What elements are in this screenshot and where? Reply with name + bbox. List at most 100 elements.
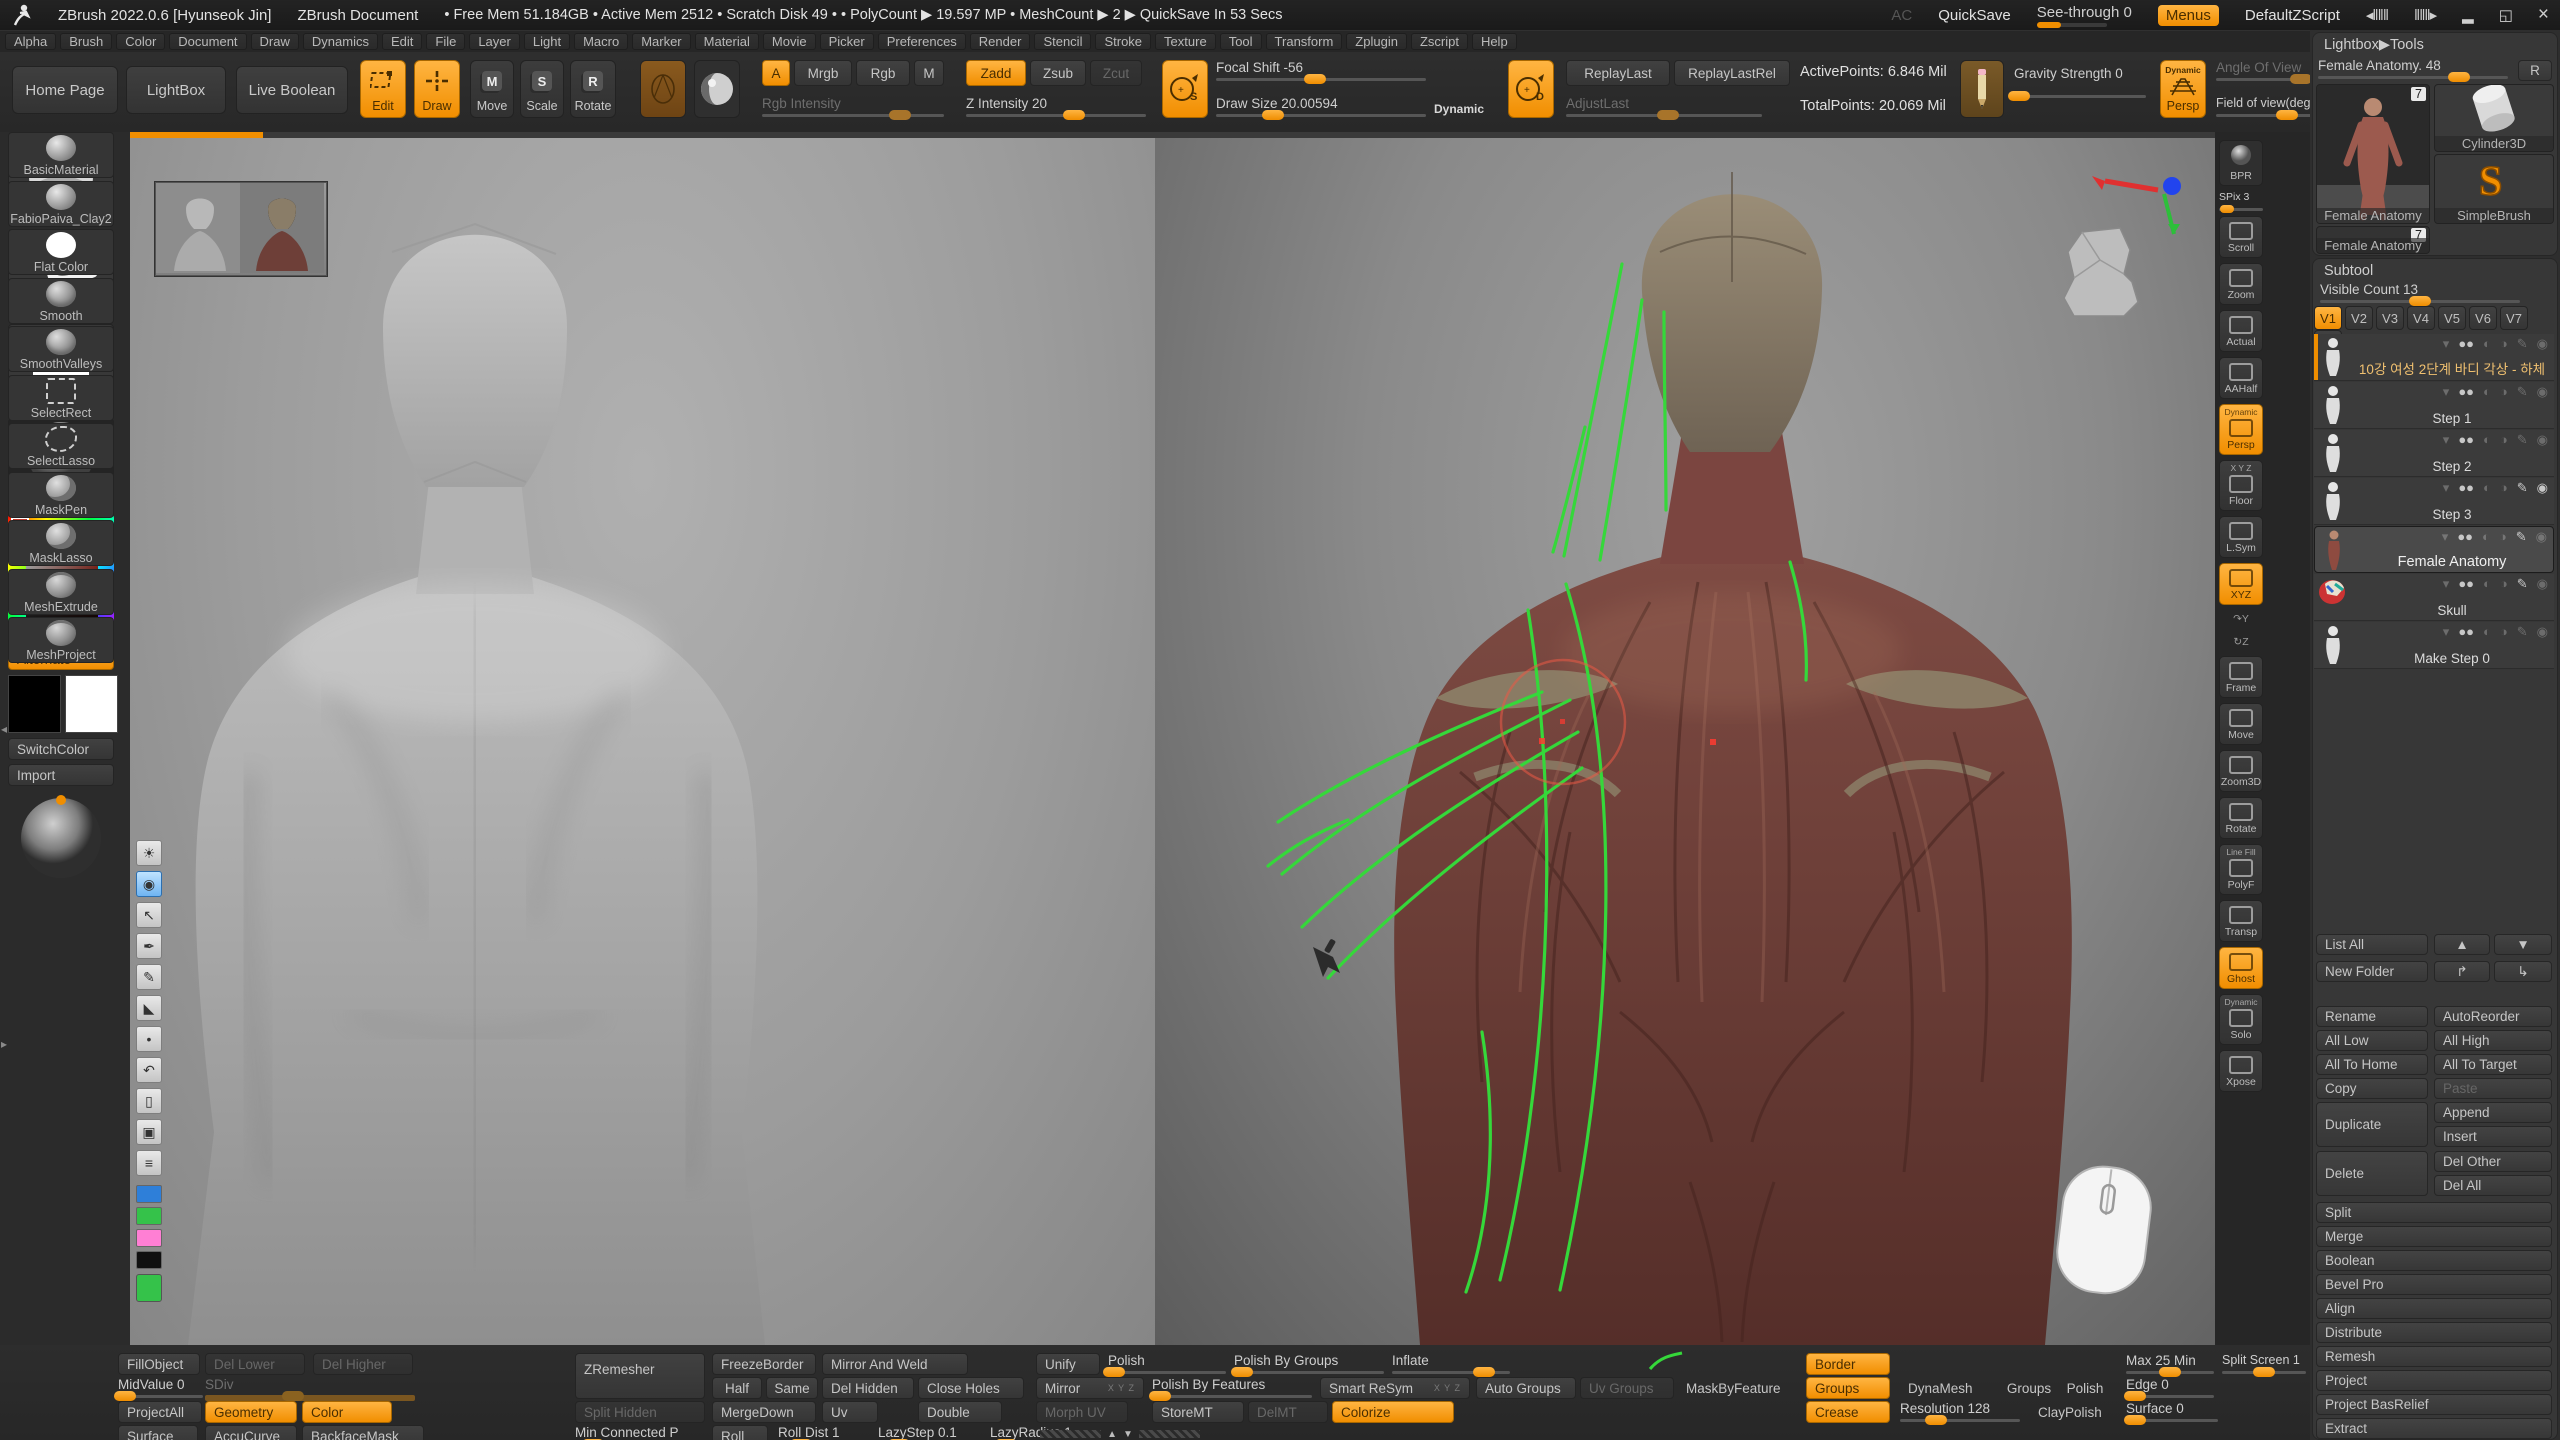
dynamesh-button[interactable]: DynaMesh [1900, 1377, 1996, 1399]
store-mt-button[interactable]: StoreMT [1152, 1401, 1244, 1423]
dynamesh-polish-button[interactable]: Polish [2058, 1377, 2112, 1399]
menu-item[interactable]: Color [116, 33, 165, 50]
menu-item[interactable]: Edit [382, 33, 422, 50]
menus-button[interactable]: Menus [2158, 5, 2219, 26]
shelf-button[interactable]: Zoom [2219, 263, 2263, 305]
subtool-icons[interactable]: ▾●●◐◑✎◉ [2443, 384, 2548, 400]
all-to-target-button[interactable]: All To Target [2434, 1054, 2552, 1075]
tool-thumb-cylinder[interactable]: Cylinder3D [2434, 84, 2554, 152]
mask-by-feature-button[interactable]: MaskByFeature [1678, 1377, 1798, 1399]
zremesher-button[interactable]: ZRemesher [575, 1353, 705, 1399]
menu-item[interactable]: Transform [1266, 33, 1343, 50]
live-boolean-button[interactable]: Live Boolean [236, 66, 348, 114]
del-lower-button[interactable]: Del Lower [205, 1353, 305, 1375]
sidebar-tile[interactable]: MaskPen [8, 472, 114, 518]
same-button[interactable]: Same [766, 1377, 818, 1399]
del-hidden-button[interactable]: Del Hidden [822, 1377, 914, 1399]
cursor-icon[interactable]: ↖ [136, 902, 162, 928]
shelf-button[interactable]: X Y Z Floor [2219, 460, 2263, 511]
subtool-action-button[interactable]: Project [2316, 1370, 2552, 1391]
del-all-button[interactable]: Del All [2434, 1175, 2552, 1196]
menu-item[interactable]: Alpha [5, 33, 56, 50]
visible-count-slider[interactable]: Visible Count 13 [2320, 282, 2520, 303]
accucurve-button[interactable]: AccuCurve [205, 1425, 297, 1440]
min-connected-slider[interactable]: Min Connected P [575, 1425, 705, 1440]
subtool-icons[interactable]: ▾●●◐◑✎◉ [2443, 576, 2548, 592]
subtool-row[interactable]: ▾●●◐◑✎◉ Step 2 [2314, 430, 2554, 477]
sidebar-tile[interactable]: MeshProject [8, 617, 114, 663]
roll-button[interactable]: Roll [712, 1425, 768, 1440]
draw-button[interactable]: Draw [414, 60, 460, 118]
tool-thumb-female-anatomy-2[interactable]: 7 Female Anatomy [2316, 226, 2430, 254]
split-screen-slider[interactable]: Split Screen 1 [2222, 1353, 2306, 1374]
groups-button[interactable]: Groups [1806, 1377, 1890, 1399]
menu-item[interactable]: Marker [632, 33, 690, 50]
shelf-button[interactable]: Rotate [2219, 797, 2263, 839]
menu-item[interactable]: Movie [763, 33, 816, 50]
see-through-slider[interactable]: See-through 0 [2037, 4, 2132, 27]
adjust-last-slider[interactable]: AdjustLast [1566, 96, 1762, 117]
polish-slider[interactable]: Polish [1108, 1353, 1226, 1374]
del-mt-button[interactable]: DelMT [1248, 1401, 1328, 1423]
menu-item[interactable]: Help [1472, 33, 1517, 50]
subtool-row[interactable]: ▾●●◐◑✎◉ Skull [2314, 574, 2554, 621]
clay-polish-button[interactable]: ClayPolish [2030, 1401, 2118, 1423]
version-tab[interactable]: V6 [2469, 306, 2497, 330]
document-mini-preview[interactable] [155, 182, 327, 276]
shelf-button[interactable]: Move [2219, 703, 2263, 745]
max-min-slider[interactable]: Max 25 Min [2126, 1353, 2214, 1374]
version-tab[interactable]: V5 [2438, 306, 2466, 330]
sdiv-slider[interactable]: SDiv [205, 1377, 415, 1401]
inflate-slider[interactable]: Inflate [1392, 1353, 1510, 1374]
shelf-button[interactable]: Scroll [2219, 216, 2263, 258]
eye-icon[interactable]: ◉ [136, 871, 162, 897]
mirror-and-weld-button[interactable]: Mirror And Weld [822, 1353, 968, 1375]
auto-groups-button[interactable]: Auto Groups [1476, 1377, 1576, 1399]
menu-item[interactable]: Render [970, 33, 1031, 50]
sidebar-tile[interactable]: Flat Color [8, 229, 114, 275]
all-low-button[interactable]: All Low [2316, 1030, 2428, 1051]
subtool-action-button[interactable]: Bevel Pro [2316, 1274, 2552, 1295]
draw-size-slider[interactable]: Draw Size 20.00594 [1216, 96, 1426, 117]
subtool-action-button[interactable]: Boolean [2316, 1250, 2552, 1271]
uv-button[interactable]: Uv [822, 1401, 878, 1423]
shelf-button[interactable]: ↷Y [2219, 610, 2263, 628]
mrgb-button[interactable]: Mrgb [794, 60, 852, 86]
subtool-action-button[interactable]: Merge [2316, 1226, 2552, 1247]
subtool-action-button[interactable]: Split [2316, 1202, 2552, 1223]
folder-redo-button[interactable]: ↱ [2434, 961, 2490, 982]
replay-last-rel-button[interactable]: ReplayLastRel [1674, 60, 1790, 86]
panel-collapse-left-icon[interactable]: ◂ [1, 722, 7, 736]
subtool-row[interactable]: ▾●●◐◑✎◉ 10강 여성 2단계 바디 각상 - 하체 [2314, 334, 2554, 381]
autoreorder-button[interactable]: AutoReorder [2434, 1006, 2552, 1027]
color-swatch[interactable] [136, 1251, 162, 1269]
sidebar-tile[interactable]: SelectRect [8, 375, 114, 421]
project-all-button[interactable]: ProjectAll [118, 1401, 202, 1423]
colorize-button[interactable]: Colorize [1332, 1401, 1454, 1423]
version-tab[interactable]: V1 [2314, 306, 2342, 330]
stamp-icon[interactable]: ▣ [136, 1119, 162, 1145]
del-other-button[interactable]: Del Other [2434, 1151, 2552, 1172]
shelf-button[interactable]: Actual [2219, 310, 2263, 352]
clipboard-icon[interactable]: ≡ [136, 1150, 162, 1176]
current-material-swatch[interactable] [694, 60, 740, 118]
a-mode-button[interactable]: A [762, 60, 790, 86]
fill-object-button[interactable]: FillObject [118, 1353, 200, 1375]
trash-icon[interactable]: ▯ [136, 1088, 162, 1114]
resolution-slider[interactable]: Resolution 128 [1900, 1401, 2020, 1422]
document-canvas[interactable]: ☀◉↖✒✎◣•↶▯▣≡ Te Texture OnClone TxtImport… [130, 132, 2215, 1345]
pen-icon[interactable]: ✒ [136, 933, 162, 959]
menu-item[interactable]: Dynamics [303, 33, 378, 50]
new-folder-button[interactable]: New Folder [2316, 961, 2428, 982]
backface-mask-button[interactable]: BackfaceMask [302, 1425, 424, 1440]
dynamesh-groups-button[interactable]: Groups [2000, 1377, 2058, 1399]
uv-groups-button[interactable]: Uv Groups [1580, 1377, 1674, 1399]
focal-shift-slider[interactable]: Focal Shift -56 [1216, 60, 1426, 81]
move-down-button[interactable]: ▼ [2494, 934, 2552, 955]
copy-button[interactable]: Copy [2316, 1078, 2428, 1099]
active-color-swatch[interactable] [136, 1274, 162, 1302]
paste-button[interactable]: Paste [2434, 1078, 2552, 1099]
color-swatch[interactable] [136, 1207, 162, 1225]
move-up-button[interactable]: ▲ [2434, 934, 2490, 955]
draw-size-icon-button[interactable]: +D [1508, 60, 1554, 118]
